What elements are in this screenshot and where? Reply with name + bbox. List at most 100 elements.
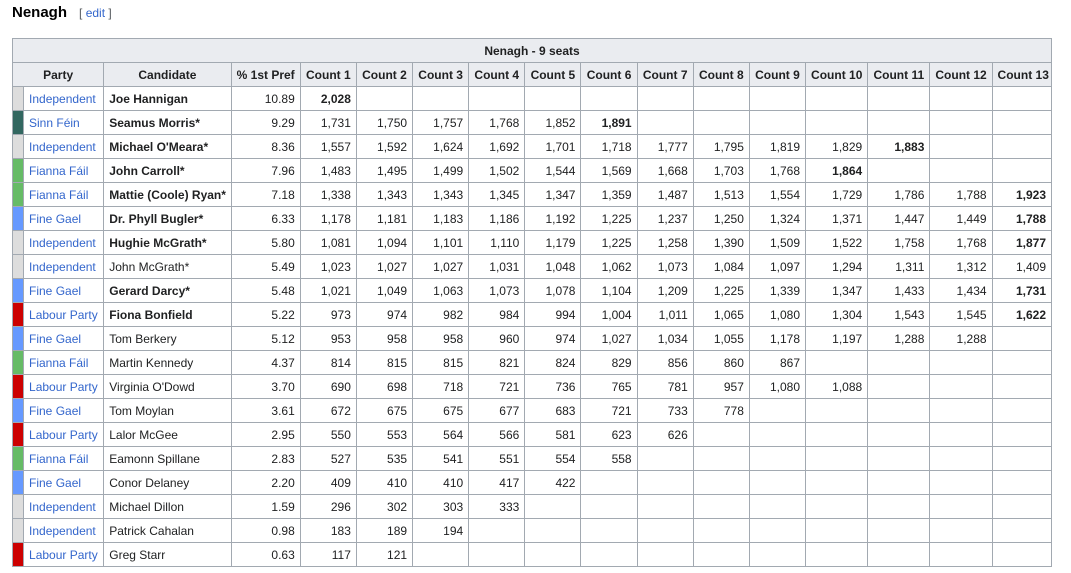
count-cell: 1,304 — [805, 302, 869, 327]
count-cell: 1,063 — [412, 278, 470, 303]
party-color-swatch — [11, 350, 25, 375]
count-cell: 690 — [299, 374, 357, 399]
party-color-swatch — [11, 86, 25, 111]
count-cell: 1,004 — [580, 302, 638, 327]
count-cell: 1,081 — [299, 230, 357, 255]
table-row: Fianna Fáil Martin Kennedy 4.37 814 815 815 82… — [11, 350, 1053, 375]
count-cell — [867, 158, 931, 183]
count-cell: 984 — [468, 302, 526, 327]
column-header-count-8: Count 8 — [692, 62, 750, 87]
column-header-count-10: Count 10 — [805, 62, 869, 87]
count-cell — [748, 542, 807, 567]
party-link[interactable]: Sinn Féin — [29, 116, 80, 130]
count-cell — [524, 86, 582, 111]
count-cell: 581 — [524, 422, 582, 447]
party-cell: Fianna Fáil — [23, 158, 105, 183]
count-cell: 958 — [412, 326, 470, 351]
table-row: Fine Gael Conor Delaney 2.20 409 410 410 417 42… — [11, 470, 1053, 495]
count-cell: 1,104 — [580, 278, 638, 303]
count-cell: 1,449 — [929, 206, 993, 231]
party-link[interactable]: Independent — [29, 260, 96, 274]
count-cell: 1,483 — [299, 158, 357, 183]
party-link[interactable]: Labour Party — [29, 308, 98, 322]
party-link[interactable]: Labour Party — [29, 380, 98, 394]
party-link[interactable]: Fine Gael — [29, 284, 81, 298]
party-link[interactable]: Fianna Fáil — [29, 452, 88, 466]
count-cell: 1,065 — [692, 302, 750, 327]
count-cell — [929, 494, 993, 519]
count-cell: 1,021 — [299, 278, 357, 303]
count-cell: 718 — [412, 374, 470, 399]
count-cell: 417 — [468, 470, 526, 495]
count-cell: 1,409 — [991, 254, 1053, 279]
count-cell — [805, 494, 869, 519]
count-cell: 1,073 — [636, 254, 694, 279]
table-row: Fianna Fáil Mattie (Coole) Ryan* 7.18 1,338… — [11, 182, 1053, 207]
count-cell — [991, 134, 1053, 159]
party-link[interactable]: Fianna Fáil — [29, 164, 88, 178]
party-link[interactable]: Independent — [29, 236, 96, 250]
candidate-name: Joe Hannigan — [103, 86, 232, 111]
count-cell: 860 — [692, 350, 750, 375]
count-cell: 1,768 — [748, 158, 807, 183]
count-cell — [748, 518, 807, 543]
count-cell: 1,788 — [929, 182, 993, 207]
count-cell: 1,031 — [468, 254, 526, 279]
candidate-name: Dr. Phyll Bugler* — [103, 206, 232, 231]
party-link[interactable]: Independent — [29, 140, 96, 154]
count-cell — [991, 350, 1053, 375]
count-cell — [468, 518, 526, 543]
party-link[interactable]: Fianna Fáil — [29, 356, 88, 370]
first-pref-percent: 5.48 — [230, 278, 301, 303]
party-cell: Sinn Féin — [23, 110, 105, 135]
candidate-name: Martin Kennedy — [103, 350, 232, 375]
party-link[interactable]: Fianna Fáil — [29, 188, 88, 202]
candidate-name: Eamonn Spillane — [103, 446, 232, 471]
count-cell: 1,513 — [692, 182, 750, 207]
count-cell — [580, 542, 638, 567]
party-color-swatch — [11, 446, 25, 471]
count-cell: 675 — [412, 398, 470, 423]
party-link[interactable]: Labour Party — [29, 548, 98, 562]
count-cell: 1,359 — [580, 182, 638, 207]
count-cell — [412, 86, 470, 111]
count-cell — [805, 518, 869, 543]
party-link[interactable]: Independent — [29, 92, 96, 106]
count-cell: 302 — [355, 494, 414, 519]
count-cell: 973 — [299, 302, 357, 327]
table-row: Labour Party Lalor McGee 2.95 550 553 564 566 5… — [11, 422, 1053, 447]
party-link[interactable]: Independent — [29, 524, 96, 538]
count-cell — [692, 470, 750, 495]
party-link[interactable]: Fine Gael — [29, 476, 81, 490]
candidate-name: Virginia O'Dowd — [103, 374, 232, 399]
count-cell: 1,055 — [692, 326, 750, 351]
count-cell — [929, 110, 993, 135]
party-color-swatch — [11, 254, 25, 279]
party-link[interactable]: Fine Gael — [29, 212, 81, 226]
count-cell: 550 — [299, 422, 357, 447]
count-cell: 1,750 — [355, 110, 414, 135]
party-link[interactable]: Labour Party — [29, 428, 98, 442]
count-cell: 1,258 — [636, 230, 694, 255]
count-cell: 1,554 — [748, 182, 807, 207]
table-row: Fine Gael Gerard Darcy* 5.48 1,021 1,049 1,06… — [11, 278, 1053, 303]
count-cell — [805, 470, 869, 495]
party-link[interactable]: Fine Gael — [29, 332, 81, 346]
count-cell: 1,692 — [468, 134, 526, 159]
count-cell — [805, 422, 869, 447]
section-title: Nenagh — [12, 4, 68, 21]
count-cell: 194 — [412, 518, 470, 543]
party-link[interactable]: Independent — [29, 500, 96, 514]
column-header-count-3: Count 3 — [412, 62, 470, 87]
edit-link[interactable]: edit — [86, 6, 105, 20]
count-cell — [748, 494, 807, 519]
count-cell: 1,011 — [636, 302, 694, 327]
party-cell: Fine Gael — [23, 326, 105, 351]
count-cell: 551 — [468, 446, 526, 471]
count-cell: 1,729 — [805, 182, 869, 207]
party-link[interactable]: Fine Gael — [29, 404, 81, 418]
column-header-party: Party — [11, 62, 105, 87]
party-cell: Fianna Fáil — [23, 350, 105, 375]
count-cell — [692, 110, 750, 135]
count-cell: 765 — [580, 374, 638, 399]
